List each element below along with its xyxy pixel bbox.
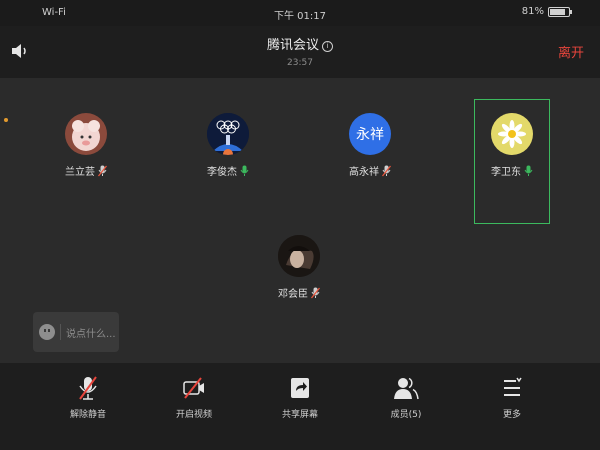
clock: 下午 01:17 [274, 11, 326, 22]
members-icon [394, 377, 419, 400]
info-icon[interactable]: i [322, 41, 333, 52]
divider [60, 324, 61, 340]
meeting-title-text: 腾讯会议 [266, 38, 319, 53]
battery-percent: 81% [521, 6, 544, 17]
participant-name: 邓会臣 [278, 289, 308, 300]
avatar: 永祥 [349, 113, 391, 155]
battery-icon [548, 6, 572, 17]
mic-muted-icon [98, 165, 107, 176]
mic-icon [524, 165, 533, 176]
avatar-initials: 永祥 [356, 127, 384, 143]
emoji-icon[interactable] [39, 324, 55, 340]
avatar [65, 113, 107, 155]
avatar [207, 113, 249, 155]
avatar [278, 235, 320, 277]
battery-status: 81% [521, 6, 572, 17]
mic-muted-icon [382, 165, 391, 176]
participant-name: 高永祥 [349, 167, 379, 178]
participant-name: 李俊杰 [207, 167, 237, 178]
mic-muted-icon [79, 376, 97, 400]
unmute-button[interactable]: 解除静音 [48, 375, 128, 420]
status-bar: Wi-Fi 下午 01:17 81% [0, 0, 600, 26]
meeting-title[interactable]: 腾讯会议 i [0, 34, 600, 53]
leave-button[interactable]: 离开 [558, 42, 584, 61]
participant-tile[interactable]: 永祥 高永祥 [330, 113, 410, 178]
meeting-header: 腾讯会议 i 23:57 离开 [0, 26, 600, 78]
chat-placeholder: 说点什么... [66, 328, 116, 340]
participant-tile[interactable]: 邓会臣 [259, 235, 339, 300]
bottom-toolbar: 解除静音 开启视频 共享屏幕 成员(5) 更多 [0, 363, 600, 450]
more-label: 更多 [502, 410, 521, 420]
video-off-icon [183, 377, 204, 399]
participant-tile[interactable]: 兰立芸 [46, 113, 126, 178]
share-screen-button[interactable]: 共享屏幕 [260, 375, 340, 420]
start-video-label: 开启视频 [175, 410, 212, 420]
host-badge [223, 149, 233, 155]
share-screen-icon [291, 378, 309, 398]
members-button[interactable]: 成员(5) [366, 375, 446, 420]
participant-name: 兰立芸 [65, 167, 95, 178]
meeting-duration: 23:57 [287, 58, 313, 68]
participant-name: 李卫东 [491, 167, 521, 178]
avatar [491, 113, 533, 155]
participant-tile[interactable]: 李俊杰 [188, 113, 268, 178]
mic-icon [240, 165, 249, 176]
more-button[interactable]: 更多 [472, 375, 552, 420]
members-label: 成员(5) [390, 410, 422, 420]
unmute-label: 解除静音 [69, 410, 106, 420]
participant-tile-active[interactable]: 李卫东 [472, 113, 552, 178]
share-screen-label: 共享屏幕 [281, 410, 318, 420]
chat-input[interactable]: 说点什么... [33, 312, 119, 352]
notification-dot [4, 118, 8, 122]
more-icon [504, 377, 522, 396]
start-video-button[interactable]: 开启视频 [154, 375, 234, 420]
mic-muted-icon [311, 287, 320, 298]
